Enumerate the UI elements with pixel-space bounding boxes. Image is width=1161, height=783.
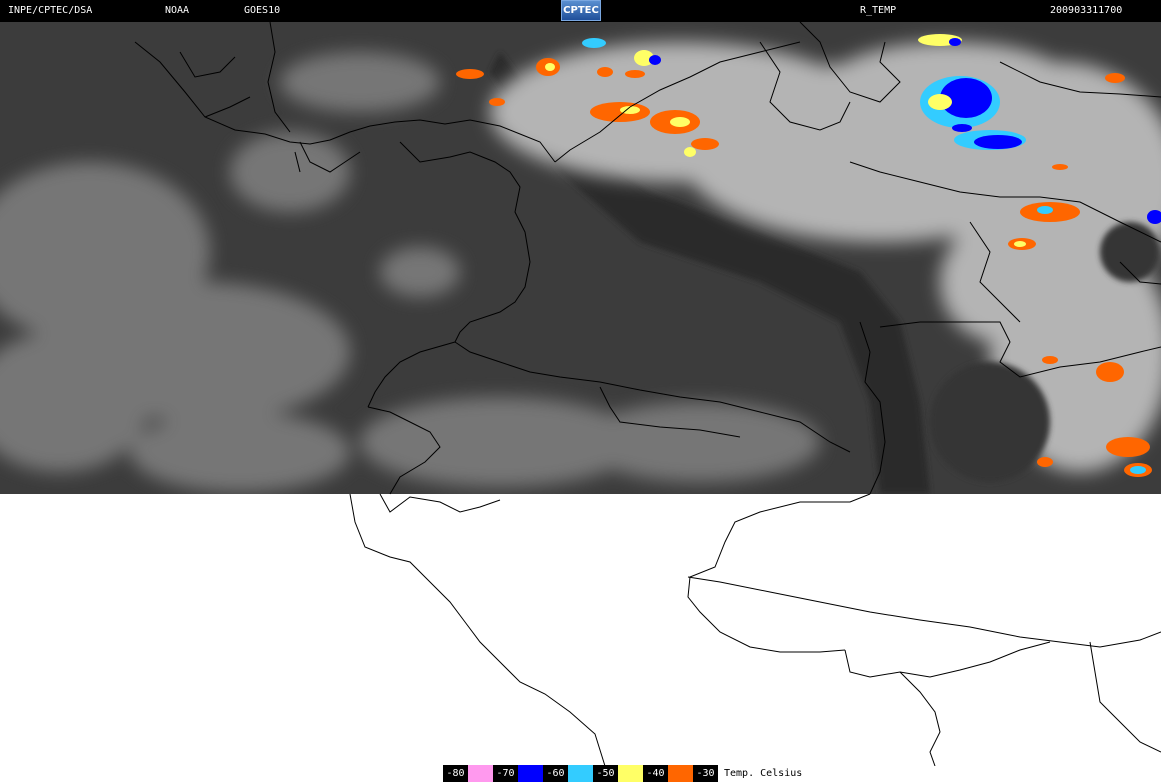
legend-swatch xyxy=(668,765,693,782)
legend-swatch xyxy=(468,765,493,782)
legend-label: -30 xyxy=(693,765,718,782)
product-label: R_TEMP xyxy=(860,5,897,16)
legend-label: -70 xyxy=(493,765,518,782)
legend-label: -50 xyxy=(593,765,618,782)
timestamp-label: 200903311700 xyxy=(1050,5,1123,16)
satellite-map xyxy=(0,22,1161,766)
legend-swatch xyxy=(568,765,593,782)
source-label: INPE/CPTEC/DSA xyxy=(8,5,93,16)
legend-label: -60 xyxy=(543,765,568,782)
agency-label: NOAA xyxy=(165,5,190,16)
satellite-label: GOES10 xyxy=(244,5,281,16)
cptec-logo: CPTEC xyxy=(561,0,601,21)
ir-imagery xyxy=(0,22,1161,494)
temperature-legend: -80 -70 -60 -50 -40 -30 Temp. Celsius xyxy=(443,765,802,782)
legend-swatch xyxy=(518,765,543,782)
legend-label: -40 xyxy=(643,765,668,782)
legend-swatch xyxy=(618,765,643,782)
header-bar: INPE/CPTEC/DSA NOAA GOES10 CPTEC R_TEMP … xyxy=(0,0,1161,22)
legend-unit: Temp. Celsius xyxy=(724,768,803,779)
legend-label: -80 xyxy=(443,765,468,782)
